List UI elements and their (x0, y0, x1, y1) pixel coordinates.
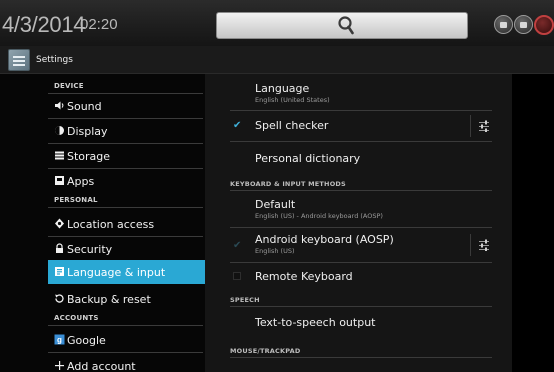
sidebar-item-security[interactable]: Security (48, 237, 205, 261)
display-icon (55, 126, 64, 135)
item-separator (470, 234, 471, 256)
section-header-speech: SPEECH (230, 296, 260, 304)
storage-icon (55, 151, 64, 160)
android-keyboard-title: Android keyboard (AOSP) (255, 233, 394, 246)
item-separator (470, 115, 471, 137)
language-input-panel: Language English (United States) ✔ Spell… (205, 74, 512, 372)
sidebar-item-add-account[interactable]: Add account (48, 354, 205, 372)
sidebar-item-label: Storage (67, 150, 111, 163)
android-keyboard-subtitle: English (US) (255, 247, 295, 255)
android-keyboard-setting[interactable]: ✔ Android keyboard (AOSP) English (US) (205, 228, 512, 262)
remote-keyboard-setting[interactable]: Remote Keyboard (205, 263, 512, 291)
content-area: DEVICE Sound Display Storage Apps PERSON… (0, 74, 554, 372)
sidebar-divider (48, 352, 203, 353)
sound-icon (55, 101, 64, 110)
sidebar-item-sound[interactable]: Sound (48, 94, 205, 118)
tts-output-title: Text-to-speech output (255, 316, 376, 329)
location-icon (55, 218, 64, 229)
sidebar-item-label: Location access (67, 218, 155, 231)
language-icon (55, 267, 64, 276)
sidebar-item-label: Add account (67, 360, 136, 372)
check-icon[interactable]: ✔ (233, 241, 243, 251)
personal-dictionary-title: Personal dictionary (255, 152, 361, 165)
settings-sidebar: DEVICE Sound Display Storage Apps PERSON… (0, 74, 205, 372)
status-date: 4/3/2014 (2, 12, 86, 37)
action-bar: Settings (0, 46, 554, 74)
sidebar-item-language-input[interactable]: Language & input (48, 260, 205, 284)
sidebar-item-label: Sound (67, 100, 102, 113)
section-header-keyboard: KEYBOARD & INPUT METHODS (230, 180, 346, 188)
settings-sliders-icon[interactable] (478, 239, 490, 251)
language-setting[interactable]: Language English (United States) (205, 74, 512, 110)
sidebar-item-label: Security (67, 243, 113, 256)
search-icon[interactable] (337, 15, 355, 35)
status-time: 02:20 (80, 16, 118, 33)
sidebar-item-backup-reset[interactable]: Backup & reset (48, 287, 205, 311)
default-keyboard-title: Default (255, 198, 296, 211)
personal-dictionary-setting[interactable]: Personal dictionary (205, 142, 512, 172)
spell-checker-setting[interactable]: ✔ Spell checker (205, 111, 512, 141)
sidebar-divider (48, 207, 203, 208)
power-icon[interactable] (534, 15, 554, 35)
tablet-screen: 4/3/2014 02:20 Settings DEVICE Sound Dis… (0, 0, 554, 372)
sidebar-item-label: Backup & reset (67, 293, 151, 306)
status-bar: 4/3/2014 02:20 (0, 0, 554, 46)
sidebar-item-location[interactable]: Location access (48, 212, 205, 236)
sidebar-item-apps[interactable]: Apps (48, 169, 205, 193)
language-title: Language (255, 82, 310, 95)
check-icon[interactable]: ✔ (233, 121, 243, 131)
sidebar-item-display[interactable]: Display (48, 119, 205, 143)
sidebar-divider (48, 325, 203, 326)
backup-icon (55, 294, 64, 303)
tts-output-setting[interactable]: Text-to-speech output (205, 307, 512, 335)
default-keyboard-setting[interactable]: Default English (US) - Android keyboard … (205, 191, 512, 227)
settings-sliders-icon[interactable] (478, 120, 490, 132)
google-icon: g (54, 334, 65, 345)
sidebar-header-device: DEVICE (54, 82, 84, 90)
remote-keyboard-title: Remote Keyboard (255, 270, 353, 283)
home-icon[interactable] (514, 15, 533, 34)
apps-icon (55, 176, 64, 185)
svg-text:g: g (57, 336, 62, 345)
default-keyboard-subtitle: English (US) - Android keyboard (AOSP) (255, 212, 383, 220)
spell-checker-title: Spell checker (255, 119, 329, 132)
sidebar-header-accounts: ACCOUNTS (54, 314, 99, 322)
sidebar-item-label: Language & input (67, 266, 166, 279)
sidebar-item-storage[interactable]: Storage (48, 144, 205, 168)
sidebar-item-label: Google (67, 334, 106, 347)
language-subtitle: English (United States) (255, 96, 330, 104)
sidebar-item-label: Display (67, 125, 108, 138)
app-title: Settings (36, 55, 73, 65)
sidebar-item-label: Apps (67, 175, 95, 188)
recent-apps-icon[interactable] (494, 15, 513, 34)
lock-icon (56, 243, 63, 253)
sidebar-item-google[interactable]: g Google (48, 328, 205, 352)
settings-app-icon[interactable] (8, 49, 30, 71)
panel-divider (230, 357, 492, 358)
checkbox-icon[interactable] (233, 272, 241, 280)
section-header-mouse: MOUSE/TRACKPAD (230, 347, 301, 355)
sidebar-header-personal: PERSONAL (54, 196, 98, 204)
plus-icon (55, 361, 64, 370)
search-bar[interactable] (216, 12, 468, 39)
